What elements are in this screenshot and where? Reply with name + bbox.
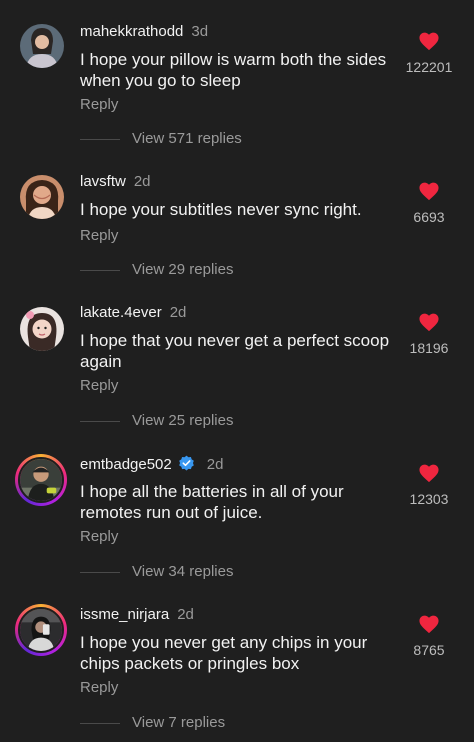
reply-button[interactable]: Reply — [80, 679, 118, 697]
view-replies-label: View 7 replies — [132, 714, 226, 731]
replies-divider — [80, 420, 120, 422]
profile-photo-icon — [20, 175, 64, 219]
timestamp: 2d — [206, 456, 224, 473]
comment-header: emtbadge502 2d — [80, 455, 223, 474]
avatar[interactable] — [20, 24, 64, 68]
timestamp: 3d — [191, 23, 209, 40]
like-button[interactable]: 122201 — [394, 31, 464, 75]
comment-item: lavsftw 2d I hope your subtitles never sy… — [0, 150, 474, 301]
verified-badge-icon — [178, 455, 194, 471]
avatar[interactable] — [20, 175, 64, 219]
profile-photo-icon — [20, 609, 62, 651]
comment-text: I hope your pillow is warm both the side… — [80, 50, 387, 90]
replies-divider — [80, 269, 120, 271]
heart-icon — [419, 313, 439, 332]
comment-header: mahekkrathodd 3d — [80, 23, 208, 41]
heart-icon — [419, 464, 439, 483]
reply-button[interactable]: Reply — [80, 227, 118, 245]
heart-icon — [419, 182, 439, 201]
view-replies-label: View 571 replies — [132, 130, 242, 147]
view-replies-label: View 25 replies — [132, 412, 234, 429]
heart-icon — [419, 32, 439, 51]
comment-header: lakate.4ever 2d — [80, 304, 186, 322]
comment-text: I hope your subtitles never sync right. — [80, 200, 362, 219]
heart-icon — [419, 615, 439, 634]
comment-item: emtbadge502 2d I hope all the batteries … — [0, 452, 474, 603]
like-button[interactable]: 18196 — [394, 312, 464, 356]
replies-divider — [80, 722, 120, 724]
comment-item: mahekkrathodd 3d I hope your pillow is wa… — [0, 0, 474, 150]
avatar — [18, 607, 64, 653]
avatar — [18, 457, 64, 503]
view-replies-button[interactable]: View 7 replies — [80, 714, 225, 732]
username[interactable]: mahekkrathodd — [80, 23, 183, 40]
comment-item: issme_nirjara 2d I hope you never get any… — [0, 603, 474, 742]
view-replies-button[interactable]: View 34 replies — [80, 563, 233, 581]
profile-photo-icon — [20, 307, 64, 351]
view-replies-button[interactable]: View 571 replies — [80, 130, 242, 148]
like-button[interactable]: 6693 — [394, 181, 464, 225]
timestamp: 2d — [133, 173, 151, 190]
profile-photo-icon — [20, 459, 62, 501]
like-count: 6693 — [413, 209, 445, 225]
reply-button[interactable]: Reply — [80, 96, 118, 114]
timestamp: 2d — [177, 606, 194, 623]
comment-item: lakate.4ever 2d I hope that you never get… — [0, 301, 474, 452]
like-count: 18196 — [409, 340, 449, 356]
avatar-story-ring[interactable] — [15, 454, 67, 506]
replies-divider — [80, 138, 120, 140]
like-count: 122201 — [405, 59, 453, 75]
like-button[interactable]: 8765 — [394, 614, 464, 658]
reply-button[interactable]: Reply — [80, 377, 118, 395]
replies-divider — [80, 571, 120, 573]
like-count: 12303 — [409, 491, 449, 507]
comment-header: issme_nirjara 2d — [80, 606, 194, 624]
profile-photo-icon — [20, 24, 64, 68]
username[interactable]: lavsftw — [80, 173, 126, 190]
comment-text: I hope all the batteries in all of your … — [80, 482, 344, 522]
username[interactable]: emtbadge502 — [80, 456, 172, 473]
comment-header: lavsftw 2d — [80, 173, 151, 191]
view-replies-button[interactable]: View 25 replies — [80, 412, 233, 430]
reply-button[interactable]: Reply — [80, 528, 118, 546]
username[interactable]: lakate.4ever — [80, 304, 162, 321]
username[interactable]: issme_nirjara — [80, 606, 169, 623]
view-replies-button[interactable]: View 29 replies — [80, 261, 233, 279]
comment-text: I hope you never get any chips in your c… — [80, 633, 368, 673]
avatar[interactable] — [20, 307, 64, 351]
comment-text: I hope that you never get a perfect scoo… — [80, 331, 390, 371]
view-replies-label: View 34 replies — [132, 563, 234, 580]
timestamp: 2d — [169, 304, 187, 321]
like-button[interactable]: 12303 — [394, 463, 464, 507]
avatar-story-ring[interactable] — [15, 604, 67, 656]
like-count: 8765 — [413, 642, 445, 658]
view-replies-label: View 29 replies — [132, 261, 234, 278]
